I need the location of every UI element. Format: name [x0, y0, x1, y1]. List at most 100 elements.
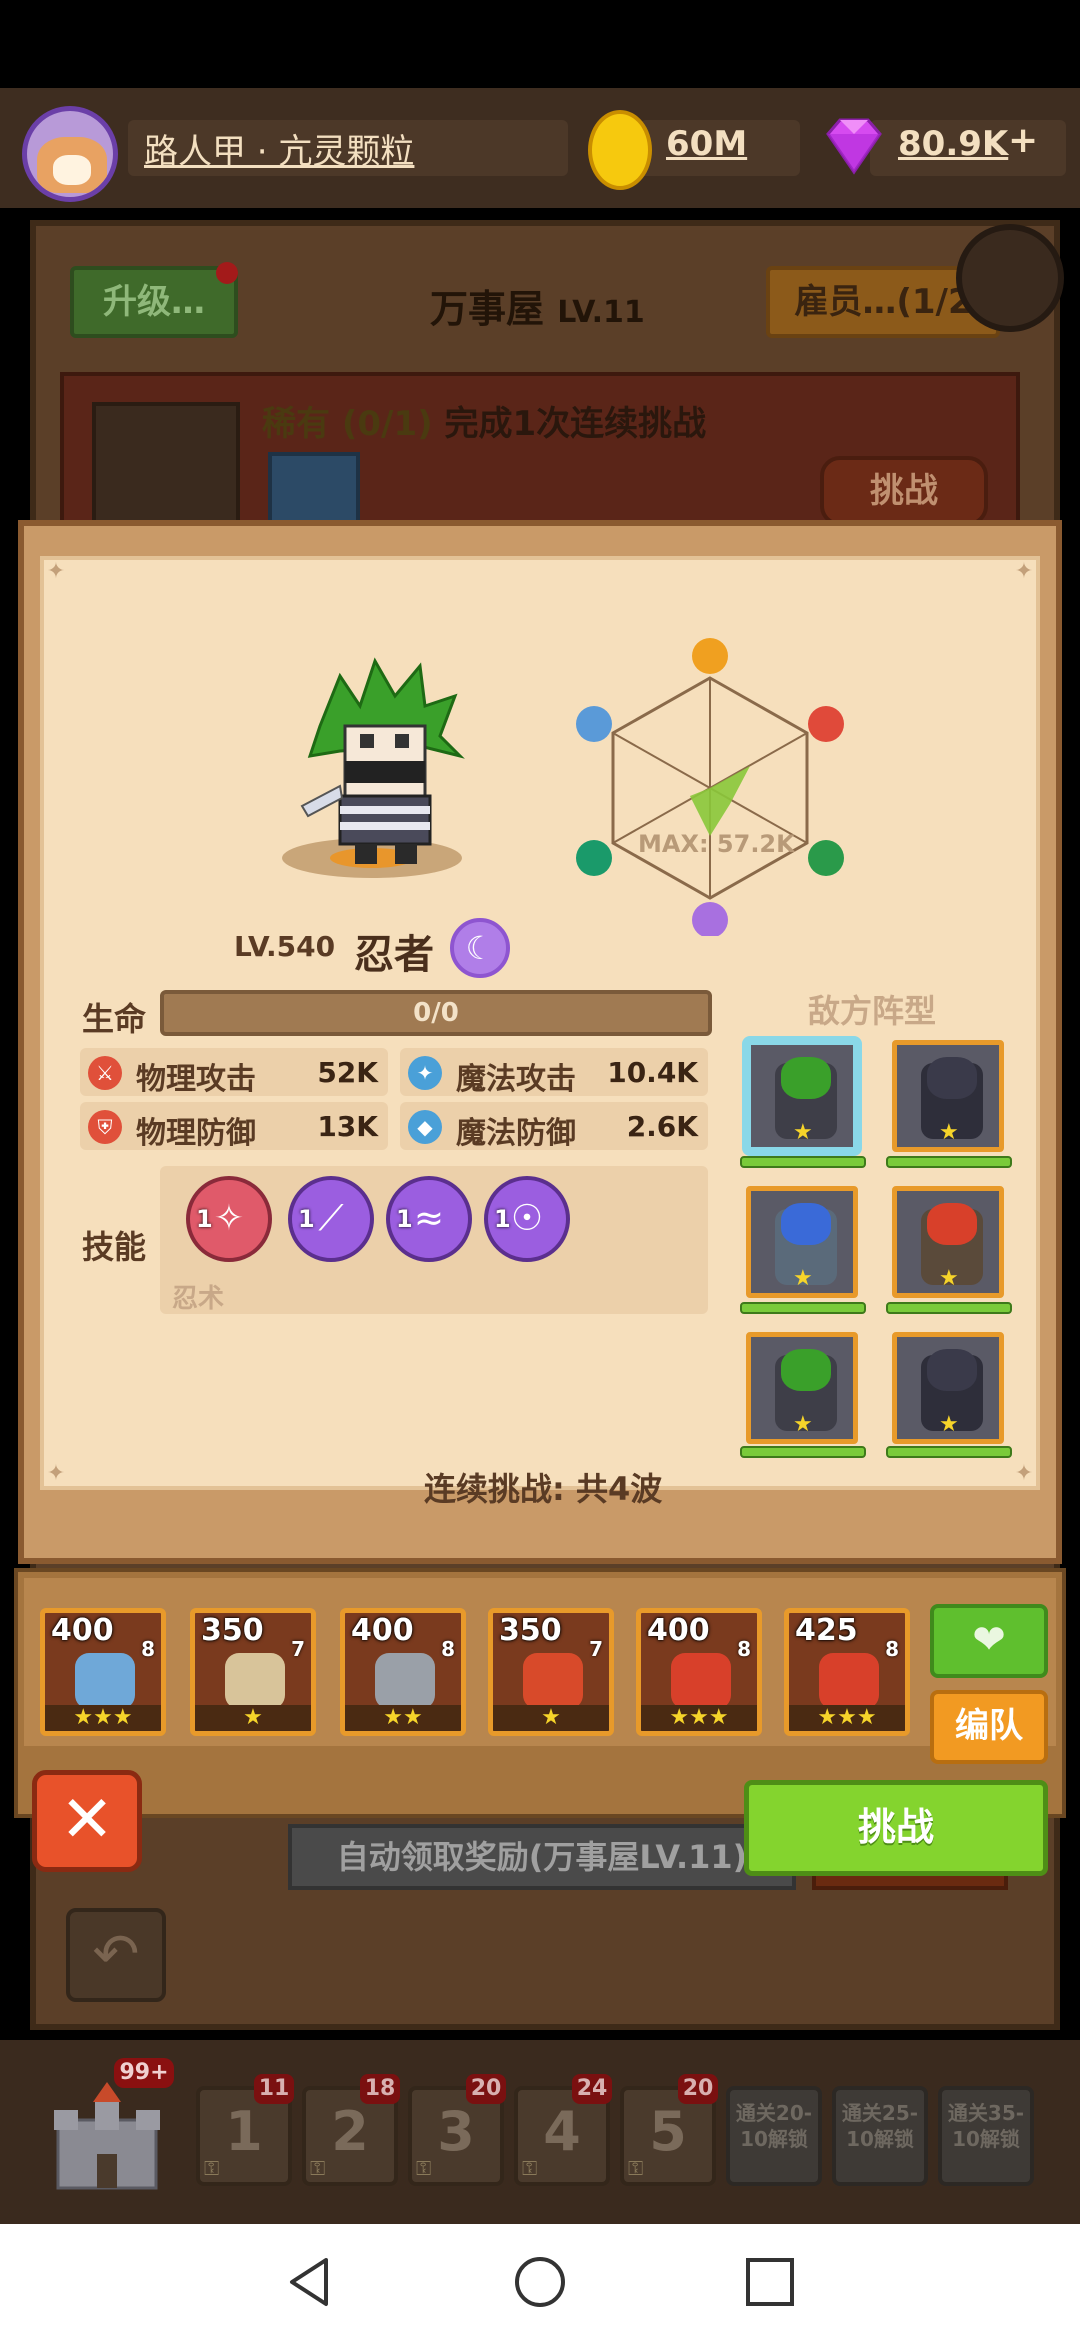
ninja-dark-icon: [927, 1057, 977, 1099]
stat-label: 魔法防御: [456, 1116, 576, 1151]
hero-stars: ★: [195, 1705, 311, 1731]
enemy-formation-title: 敌方阵型: [808, 992, 937, 1030]
skill-level: 1: [396, 1205, 413, 1233]
enemy-stars: ★: [793, 1412, 813, 1437]
stage-4-button[interactable]: 4 24 ⚿: [514, 2074, 612, 2186]
magic-staff-icon: ✦: [408, 1056, 442, 1090]
roster-hero-2[interactable]: 350 7 ★: [190, 1608, 316, 1736]
stage-number: 4: [543, 2100, 581, 2163]
skill-level: 1: [196, 1205, 213, 1233]
enemy-slot-4[interactable]: ★: [892, 1186, 1004, 1298]
gem-icon: [826, 118, 882, 175]
locked-stage[interactable]: 通关35-10解锁: [938, 2086, 1034, 2186]
hourglass-icon[interactable]: [956, 224, 1064, 332]
hero-portrait: [225, 1653, 285, 1709]
hero-portrait: [671, 1653, 731, 1709]
add-gems-button[interactable]: +: [1008, 120, 1038, 161]
waves-label: 连续挑战: 共4波: [424, 1470, 663, 1508]
stage-1-button[interactable]: 1 11 ⚿: [196, 2074, 294, 2186]
hp-bar: 0/0: [160, 990, 712, 1036]
sword-icon: ⚔: [88, 1056, 122, 1090]
stat-value: 13K: [317, 1110, 378, 1143]
dash-skill-icon[interactable]: ≈1: [386, 1176, 472, 1262]
nav-home-icon[interactable]: [512, 2254, 568, 2310]
skill-level: 1: [494, 1205, 511, 1233]
enemy-slot-5[interactable]: ★: [746, 1332, 858, 1444]
hero-level-badge: 7: [291, 1637, 305, 1661]
stage-2-button[interactable]: 2 18 ⚿: [302, 2074, 400, 2186]
hero-portrait: [75, 1653, 135, 1709]
roster-hero-4[interactable]: 350 7 ★: [488, 1608, 614, 1736]
hero-level-badge: 8: [885, 1637, 899, 1661]
auto-claim-toggle[interactable]: 自动领取奖励(万事屋LV.11): [288, 1824, 796, 1890]
stealth-skill-icon[interactable]: ☉ 1: [484, 1176, 570, 1262]
stat-physical-defense: ⛨ 物理防御 13K: [80, 1102, 388, 1151]
stat-magic-defense: ◆ 魔法防御 2.6K: [400, 1102, 708, 1151]
enemy-slot-2[interactable]: ★: [892, 1040, 1004, 1152]
warrior-red-icon: [927, 1203, 977, 1245]
enemy-hp-bar: [740, 1446, 866, 1458]
task-challenge-button[interactable]: 挑战: [820, 456, 988, 526]
hero-level-badge: 8: [441, 1637, 455, 1661]
hero-level: LV.540: [234, 930, 336, 963]
player-name[interactable]: 路人甲 · 亢灵颗粒: [144, 124, 414, 173]
knight-blue-icon: [781, 1203, 831, 1245]
gem-value[interactable]: 80.9K: [898, 124, 1008, 164]
hero-cost: 350: [201, 1613, 264, 1648]
roster-hero-6[interactable]: 425 8 ★★★: [784, 1608, 910, 1736]
gold-coin-icon: [588, 110, 652, 190]
slash-skill-icon[interactable]: ⟋ 1: [288, 1176, 374, 1262]
hero-class-icon[interactable]: ☾: [450, 918, 510, 978]
magic-shield-icon: ◆: [408, 1110, 442, 1144]
enemy-slot-6[interactable]: ★: [892, 1332, 1004, 1444]
stage-number: 3: [437, 2100, 475, 2163]
castle-icon[interactable]: [48, 2080, 166, 2190]
notification-dot: [216, 262, 238, 284]
stat-value: 52K: [317, 1056, 378, 1089]
shuriken-skill-icon[interactable]: ✧ 1: [186, 1176, 272, 1262]
hero-name: 忍者: [354, 932, 434, 978]
stage-key-icon: ⚿: [522, 2156, 538, 2180]
status-bar: [0, 0, 1080, 88]
challenge-button[interactable]: 挑战: [744, 1780, 1048, 1876]
building-name: 万事屋: [430, 287, 545, 331]
castle-badge: 99+: [114, 2058, 174, 2088]
enemy-slot-3[interactable]: ★: [746, 1186, 858, 1298]
gold-value[interactable]: 60M: [666, 124, 747, 164]
phys-def-stat-icon: [808, 706, 844, 742]
roster-hero-5[interactable]: 400 8 ★★★: [636, 1608, 762, 1736]
stat-physical-attack: ⚔ 物理攻击 52K: [80, 1048, 388, 1097]
building-level: LV.11: [557, 295, 645, 330]
armor-icon: ⛨: [88, 1110, 122, 1144]
upgrade-button[interactable]: 升级…: [70, 266, 238, 338]
team-formation-button[interactable]: 编队: [930, 1690, 1048, 1764]
locked-stage[interactable]: 通关25-10解锁: [832, 2086, 928, 2186]
corner-decoration: ✦: [46, 559, 66, 584]
enemy-hp-bar: [886, 1156, 1012, 1168]
cat-avatar-icon: [37, 137, 107, 193]
enemy-stars: ★: [939, 1412, 959, 1437]
roster-hero-1[interactable]: 400 8 ★★★: [40, 1608, 166, 1736]
hero-stars: ★★★: [789, 1705, 905, 1731]
stage-number: 1: [225, 2100, 263, 2163]
ninja-hero-sprite: [300, 657, 465, 864]
stage-badge: 11: [254, 2074, 294, 2104]
back-icon[interactable]: ↶: [66, 1908, 166, 2002]
enemy-slot-1[interactable]: ★: [746, 1040, 858, 1152]
stage-5-button[interactable]: 5 20 ⚿: [620, 2074, 718, 2186]
hero-cost: 400: [51, 1613, 114, 1648]
enemy-hp-bar: [886, 1446, 1012, 1458]
close-button[interactable]: ✕: [32, 1770, 142, 1872]
stat-magic-attack: ✦ 魔法攻击 10.4K: [400, 1048, 708, 1097]
task-rarity: 稀有 (0/1): [262, 404, 433, 444]
stat-value: 10.4K: [607, 1056, 698, 1089]
building-title: 万事屋 LV.11: [430, 278, 645, 333]
roster-hero-3[interactable]: 400 8 ★★: [340, 1608, 466, 1736]
locked-stage[interactable]: 通关20-10解锁: [726, 2086, 822, 2186]
stage-3-button[interactable]: 3 20 ⚿: [408, 2074, 506, 2186]
player-avatar[interactable]: [22, 106, 118, 202]
handshake-button[interactable]: ❤: [930, 1604, 1048, 1678]
stage-key-icon: ⚿: [628, 2156, 644, 2180]
nav-recents-icon[interactable]: [742, 2254, 798, 2310]
nav-back-icon[interactable]: [282, 2254, 338, 2310]
